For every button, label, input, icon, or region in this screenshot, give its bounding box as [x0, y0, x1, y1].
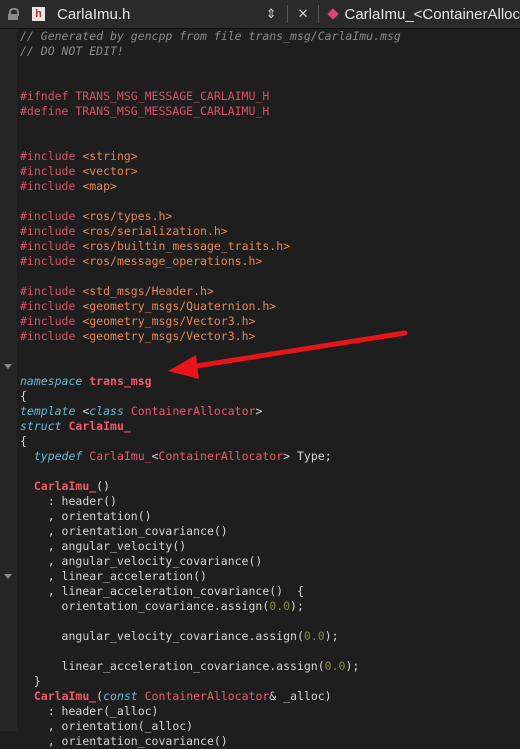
header-file-icon: h	[32, 7, 45, 21]
typedef-alias: Type;	[297, 449, 332, 463]
gutter	[0, 29, 17, 731]
include-kw: #include	[20, 224, 76, 238]
param-tail: & _alloc)	[269, 689, 332, 703]
tab-divider	[318, 5, 320, 23]
init-member: header()	[61, 494, 117, 508]
tab-carlaimu-h[interactable]: CarlaImu.h	[57, 6, 130, 23]
const-keyword: const	[103, 689, 138, 703]
namespace-keyword: namespace	[20, 374, 83, 388]
init-member: orientation_covariance()	[61, 734, 228, 748]
fold-constructor-icon[interactable]	[4, 574, 12, 579]
zero-literal: 0.0	[324, 659, 346, 673]
include-path: <std_msgs/Header.h>	[82, 284, 214, 298]
template-param: ContainerAllocator	[130, 404, 256, 418]
namespace-name: trans_msg	[89, 374, 152, 388]
updown-arrows-icon[interactable]: ⇕	[266, 6, 277, 22]
template-keyword: template	[20, 404, 76, 418]
assign-call: orientation_covariance.assign(	[61, 599, 270, 613]
assign-call: angular_velocity_covariance.assign(	[61, 629, 304, 643]
init-member: linear_acceleration()	[61, 569, 207, 583]
include-path: <ros/types.h>	[82, 209, 173, 223]
include-kw: #include	[20, 179, 76, 193]
tab-bar: h CarlaImu.h ⇕ ✕ CarlaImu_<ContainerAllo…	[0, 0, 520, 29]
include-path: <ros/serialization.h>	[82, 224, 228, 238]
symbol-diamond-icon	[327, 8, 340, 20]
include-path: <map>	[82, 179, 117, 193]
include-kw: #include	[20, 329, 76, 343]
include-kw: #include	[20, 254, 76, 268]
fold-namespace-icon[interactable]	[4, 364, 12, 369]
ifndef-directive: #ifndef TRANS_MSG_MESSAGE_CARLAIMU_H	[20, 89, 270, 103]
include-path: <geometry_msgs/Vector3.h>	[82, 314, 256, 328]
typedef-keyword: typedef	[33, 449, 83, 463]
code-editor[interactable]: // Generated by gencpp from file trans_m…	[0, 29, 520, 748]
include-path: <vector>	[82, 164, 138, 178]
class-keyword: class	[89, 404, 124, 418]
include-kw: #include	[20, 299, 76, 313]
init-member: orientation_covariance()	[61, 524, 228, 538]
struct-name: CarlaImu_	[68, 419, 131, 433]
define-directive: #define TRANS_MSG_MESSAGE_CARLAIMU_H	[20, 104, 270, 118]
tab-divider	[286, 5, 288, 23]
zero-literal: 0.0	[269, 599, 291, 613]
include-path: <geometry_msgs/Quaternion.h>	[82, 299, 277, 313]
param-type: ContainerAllocator	[144, 689, 270, 703]
init-member: linear_acceleration_covariance()	[61, 584, 284, 598]
include-kw: #include	[20, 164, 76, 178]
close-icon[interactable]: ✕	[298, 6, 309, 22]
include-path: <string>	[82, 149, 138, 163]
zero-literal: 0.0	[303, 629, 325, 643]
constructor-name: CarlaImu_	[33, 479, 97, 493]
lock-icon	[8, 8, 19, 20]
code-text: // Generated by gencpp from file trans_m…	[20, 29, 401, 748]
include-path: <ros/message_operations.h>	[82, 254, 263, 268]
comment-line: // DO NOT EDIT!	[20, 44, 124, 58]
init-member: orientation()	[61, 509, 152, 523]
typedef-type: CarlaImu_	[89, 449, 152, 463]
typedef-param: ContainerAllocator	[158, 449, 284, 463]
struct-keyword: struct	[20, 419, 62, 433]
constructor-name: CarlaImu_	[33, 689, 97, 703]
symbol-breadcrumb[interactable]: CarlaImu_<ContainerAlloc	[344, 6, 520, 23]
include-kw: #include	[20, 314, 76, 328]
comment-line: // Generated by gencpp from file trans_m…	[20, 29, 401, 43]
include-kw: #include	[20, 149, 76, 163]
include-kw: #include	[20, 209, 76, 223]
init-member: angular_velocity_covariance()	[61, 554, 263, 568]
include-path: <ros/builtin_message_traits.h>	[82, 239, 291, 253]
include-kw: #include	[20, 284, 76, 298]
include-kw: #include	[20, 239, 76, 253]
init-member: angular_velocity()	[61, 539, 187, 553]
include-path: <geometry_msgs/Vector3.h>	[82, 329, 256, 343]
assign-call: linear_acceleration_covariance.assign(	[61, 659, 325, 673]
init-member: header(_alloc)	[61, 704, 159, 718]
